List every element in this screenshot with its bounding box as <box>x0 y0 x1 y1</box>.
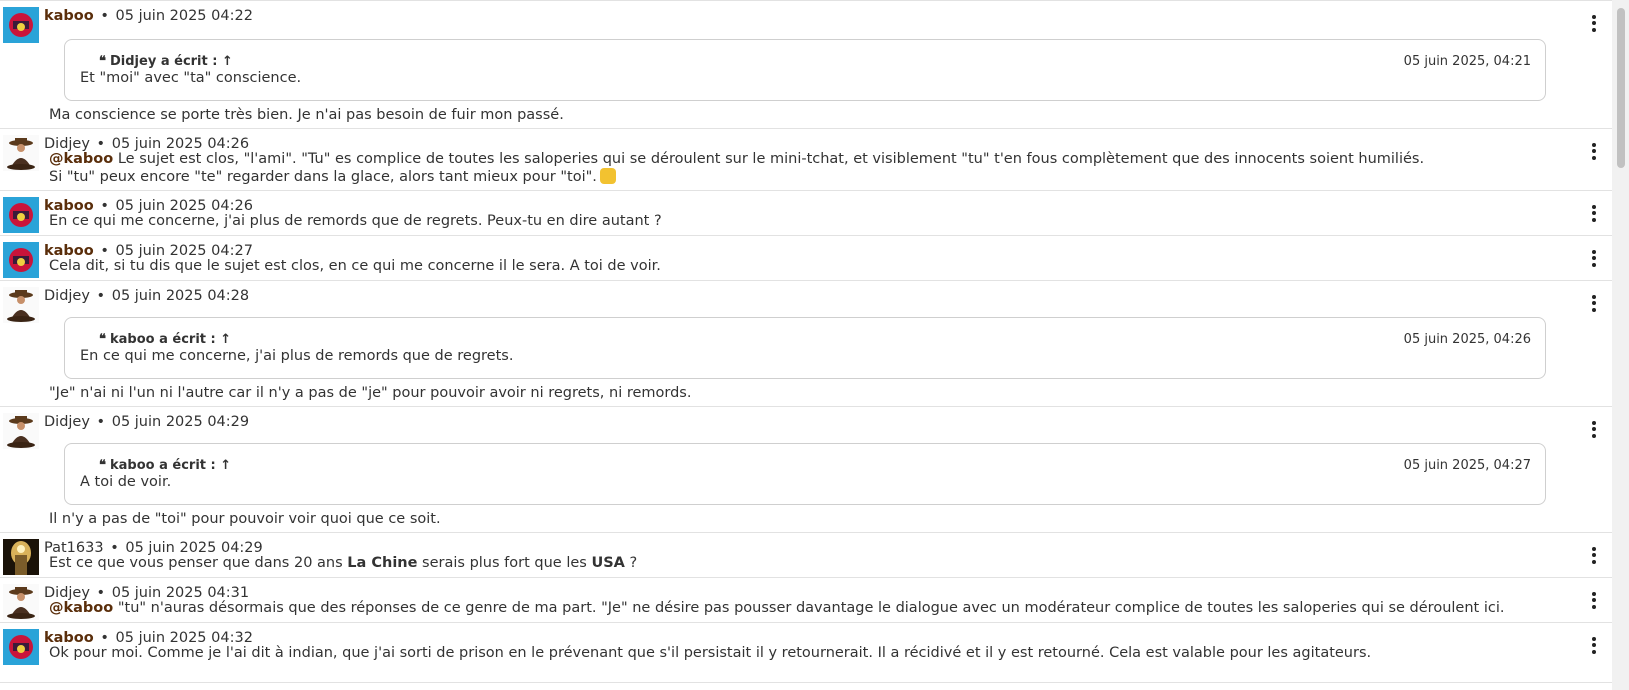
chat-message: Pat1633 • 05 juin 2025 04:29 Est ce que … <box>0 533 1612 578</box>
avatar-kaboo[interactable] <box>3 629 39 665</box>
quote-block: ❝ kaboo a écrit : ↑ 05 juin 2025, 04:26 E… <box>64 317 1546 379</box>
message-body: Ma conscience se porte très bien. Je n'a… <box>49 107 564 123</box>
separator-dot: • <box>96 136 106 152</box>
vertical-ellipsis-icon[interactable] <box>1586 15 1602 35</box>
author-name[interactable]: kaboo <box>44 630 94 646</box>
separator-dot: • <box>96 585 106 601</box>
message-time: 05 juin 2025 04:29 <box>125 540 263 556</box>
chat-message: Didjey • 05 juin 2025 04:26 @kaboo Le su… <box>0 129 1612 191</box>
message-time: 05 juin 2025 04:26 <box>115 198 253 214</box>
message-body: Ok pour moi. Comme je l'ai dit à indian,… <box>49 645 1372 661</box>
mention-link[interactable]: @kaboo <box>49 151 113 167</box>
quote-icon: ❝ <box>99 54 106 69</box>
scrollbar-thumb[interactable] <box>1617 8 1625 168</box>
quote-header[interactable]: ❝ kaboo a écrit : ↑ <box>99 332 231 347</box>
separator-dot: • <box>110 540 119 556</box>
message-time: 05 juin 2025 04:29 <box>111 414 250 430</box>
quote-icon: ❝ <box>99 332 106 347</box>
message-body-line2: Si "tu" peux encore "te" regarder dans l… <box>49 168 1612 186</box>
quote-block: ❝ Didjey a écrit : ↑ 05 juin 2025, 04:21 … <box>64 39 1546 101</box>
message-body: "Je" n'ai ni l'un ni l'autre car il n'y … <box>49 385 692 401</box>
quote-icon: ❝ <box>99 458 106 473</box>
separator-dot: • <box>100 630 109 646</box>
separator-dot: • <box>100 8 109 24</box>
avatar-pat1633[interactable] <box>3 539 39 575</box>
quote-date: 05 juin 2025, 04:21 <box>1403 54 1531 69</box>
chat-message: kaboo • 05 juin 2025 04:27 Cela dit, si … <box>0 236 1612 281</box>
thumbs-up-emoji <box>599 168 616 184</box>
author-name[interactable]: Didjey <box>44 288 90 304</box>
chat-message: kaboo • 05 juin 2025 04:22 ❝ Didjey a écr… <box>0 0 1612 129</box>
scrollbar[interactable] <box>1612 0 1629 690</box>
message-body: Il n'y a pas de "toi" pour pouvoir voir … <box>49 511 441 527</box>
message-time: 05 juin 2025 04:22 <box>115 8 253 24</box>
avatar-didjey[interactable] <box>3 413 39 449</box>
separator-dot: • <box>100 198 109 214</box>
message-time: 05 juin 2025 04:26 <box>111 136 250 152</box>
chat-message: Didjey • 05 juin 2025 04:29 ❝ kaboo a écr… <box>0 407 1612 533</box>
quote-text: En ce qui me concerne, j'ai plus de remo… <box>80 348 514 364</box>
mention-link[interactable]: @kaboo <box>49 600 113 616</box>
quote-header[interactable]: ❝ kaboo a écrit : ↑ <box>99 458 231 473</box>
separator-dot: • <box>96 288 106 304</box>
separator-dot: • <box>100 243 109 259</box>
chat-message-list: kaboo • 05 juin 2025 04:22 ❝ Didjey a écr… <box>0 0 1612 690</box>
message-time: 05 juin 2025 04:27 <box>115 243 253 259</box>
author-name[interactable]: kaboo <box>44 198 94 214</box>
author-name[interactable]: Didjey <box>44 136 90 152</box>
message-body: Cela dit, si tu dis que le sujet est clo… <box>49 258 661 274</box>
separator-dot: • <box>96 414 106 430</box>
author-name[interactable]: Pat1633 <box>44 540 104 556</box>
chat-message: kaboo • 05 juin 2025 04:32 Ok pour moi. … <box>0 623 1612 683</box>
author-name[interactable]: kaboo <box>44 8 94 24</box>
message-body: Est ce que vous penser que dans 20 ans L… <box>49 555 638 571</box>
author-name[interactable]: Didjey <box>44 585 90 601</box>
quote-text: Et "moi" avec "ta" conscience. <box>80 70 302 86</box>
vertical-ellipsis-icon[interactable] <box>1586 421 1602 441</box>
chat-message: Didjey • 05 juin 2025 04:28 ❝ kaboo a écr… <box>0 281 1612 407</box>
quote-header[interactable]: ❝ Didjey a écrit : ↑ <box>99 54 233 69</box>
avatar-kaboo[interactable] <box>3 242 39 278</box>
avatar-didjey[interactable] <box>3 287 39 323</box>
author-name[interactable]: Didjey <box>44 414 90 430</box>
chat-message: Didjey • 05 juin 2025 04:31 @kaboo "tu" … <box>0 578 1612 623</box>
quote-block: ❝ kaboo a écrit : ↑ 05 juin 2025, 04:27 A… <box>64 443 1546 505</box>
message-body: @kaboo "tu" n'auras désormais que des ré… <box>49 600 1505 616</box>
message-time: 05 juin 2025 04:32 <box>115 630 253 646</box>
vertical-ellipsis-icon[interactable] <box>1586 295 1602 315</box>
avatar-kaboo[interactable] <box>3 197 39 233</box>
message-time: 05 juin 2025 04:28 <box>111 288 250 304</box>
avatar-kaboo[interactable] <box>3 7 39 43</box>
message-body: En ce qui me concerne, j'ai plus de remo… <box>49 213 662 229</box>
avatar-didjey[interactable] <box>3 135 39 171</box>
message-header: kaboo • 05 juin 2025 04:22 <box>44 7 253 25</box>
quote-date: 05 juin 2025, 04:26 <box>1403 332 1531 347</box>
chat-message: kaboo • 05 juin 2025 04:26 En ce qui me … <box>0 191 1612 236</box>
message-header: Didjey • 05 juin 2025 04:29 <box>44 413 249 431</box>
avatar-didjey[interactable] <box>3 584 39 620</box>
message-header: Didjey • 05 juin 2025 04:28 <box>44 287 249 305</box>
message-time: 05 juin 2025 04:31 <box>111 585 250 601</box>
quote-date: 05 juin 2025, 04:27 <box>1403 458 1531 473</box>
quote-text: A toi de voir. <box>80 474 172 490</box>
author-name[interactable]: kaboo <box>44 243 94 259</box>
message-body: @kaboo Le sujet est clos, "l'ami". "Tu" … <box>49 151 1425 167</box>
